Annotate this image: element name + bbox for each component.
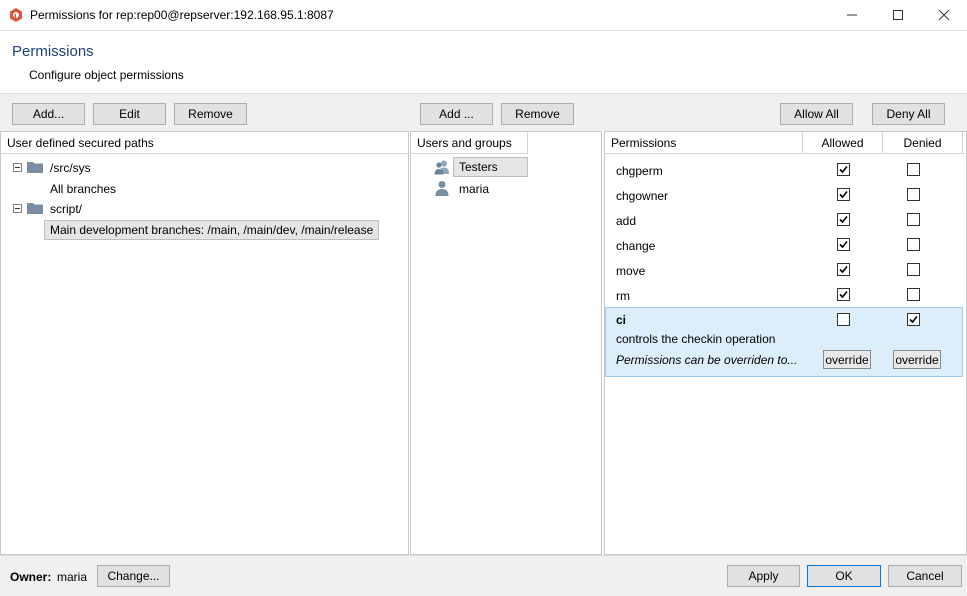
tree-item-path[interactable]: /src/sys	[50, 161, 91, 175]
users-groups-panel[interactable]: Users and groups Testers maria	[410, 131, 602, 555]
permission-name: change	[616, 239, 656, 253]
allowed-column-label: Allowed	[821, 136, 864, 150]
checkmark-icon	[909, 315, 918, 324]
app-icon	[10, 8, 22, 22]
allowed-checkbox[interactable]	[837, 213, 850, 226]
title-bar: Permissions for rep:rep00@repserver:192.…	[0, 0, 967, 31]
add-path-button[interactable]: Add...	[12, 103, 85, 125]
allowed-checkbox[interactable]	[837, 263, 850, 276]
folder-icon	[27, 203, 43, 214]
window-title: Permissions for rep:rep00@repserver:192.…	[30, 8, 334, 22]
secured-paths-panel[interactable]: User defined secured paths /src/sys All …	[0, 131, 409, 555]
permissions-column-label: Permissions	[611, 135, 677, 150]
column-separator	[962, 132, 963, 154]
tree-item-branch[interactable]: All branches	[50, 182, 116, 196]
allowed-checkbox[interactable]	[837, 238, 850, 251]
user-icon	[435, 181, 449, 196]
tree-item-path[interactable]: script/	[50, 202, 82, 216]
owner-label: Owner:	[10, 570, 52, 584]
checkmark-icon	[839, 290, 848, 299]
secured-paths-header: User defined secured paths	[1, 132, 408, 154]
denied-checkbox[interactable]	[907, 238, 920, 251]
permission-name: move	[616, 264, 646, 278]
ci-denied-checkbox[interactable]	[907, 313, 920, 326]
collapse-toggle-icon[interactable]	[13, 204, 22, 213]
remove-user-button[interactable]: Remove	[501, 103, 574, 125]
maximize-icon	[893, 10, 903, 20]
override-note: Permissions can be overriden to...	[616, 353, 798, 367]
checkmark-icon	[839, 165, 848, 174]
ok-button[interactable]: OK	[807, 565, 881, 587]
allow-all-button[interactable]: Allow All	[780, 103, 853, 125]
page-title: Permissions	[12, 43, 94, 60]
collapse-toggle-icon[interactable]	[13, 163, 22, 172]
denied-checkbox[interactable]	[907, 288, 920, 301]
denied-checkbox[interactable]	[907, 213, 920, 226]
ci-allowed-checkbox[interactable]	[837, 313, 850, 326]
apply-button[interactable]: Apply	[727, 565, 800, 587]
close-button[interactable]	[921, 0, 967, 30]
add-user-button[interactable]: Add ...	[420, 103, 493, 125]
allowed-checkbox[interactable]	[837, 188, 850, 201]
denied-checkbox[interactable]	[907, 163, 920, 176]
permission-description: controls the checkin operation	[616, 332, 776, 346]
footer-bar: Owner: maria Change... Apply OK Cancel	[0, 555, 967, 596]
owner-value: maria	[57, 570, 88, 584]
minimize-icon	[847, 14, 857, 16]
group-item-testers[interactable]: Testers	[453, 157, 528, 177]
cancel-button[interactable]: Cancel	[888, 565, 962, 587]
checkmark-icon	[839, 265, 848, 274]
toolbar: Add... Edit Remove Add ... Remove Allow …	[0, 93, 967, 131]
permission-name: chgperm	[616, 164, 663, 178]
denied-checkbox[interactable]	[907, 263, 920, 276]
override-allowed-button[interactable]: override	[823, 350, 871, 369]
users-groups-header: Users and groups	[411, 132, 528, 154]
edit-path-button[interactable]: Edit	[93, 103, 166, 125]
group-icon	[434, 160, 449, 175]
close-icon	[938, 9, 950, 21]
allowed-checkbox[interactable]	[837, 163, 850, 176]
checkmark-icon	[839, 215, 848, 224]
change-owner-button[interactable]: Change...	[97, 565, 170, 587]
denied-column-label: Denied	[903, 136, 942, 150]
tree-item-branch-selected[interactable]: Main development branches: /main, /main/…	[44, 220, 380, 240]
permission-name: add	[616, 214, 637, 228]
user-item-maria[interactable]: maria	[459, 182, 489, 196]
minimize-button[interactable]	[829, 0, 875, 30]
deny-all-button[interactable]: Deny All	[872, 103, 945, 125]
permission-name: rm	[616, 289, 630, 303]
denied-checkbox[interactable]	[907, 188, 920, 201]
checkmark-icon	[839, 240, 848, 249]
maximize-button[interactable]	[875, 0, 921, 30]
checkmark-icon	[839, 190, 848, 199]
override-denied-button[interactable]: override	[893, 350, 941, 369]
permission-name-ci: ci	[616, 313, 627, 327]
folder-icon	[27, 162, 43, 173]
page-subtitle: Configure object permissions	[29, 68, 184, 82]
permission-name: chgowner	[616, 189, 669, 203]
remove-path-button[interactable]: Remove	[174, 103, 247, 125]
allowed-checkbox[interactable]	[837, 288, 850, 301]
